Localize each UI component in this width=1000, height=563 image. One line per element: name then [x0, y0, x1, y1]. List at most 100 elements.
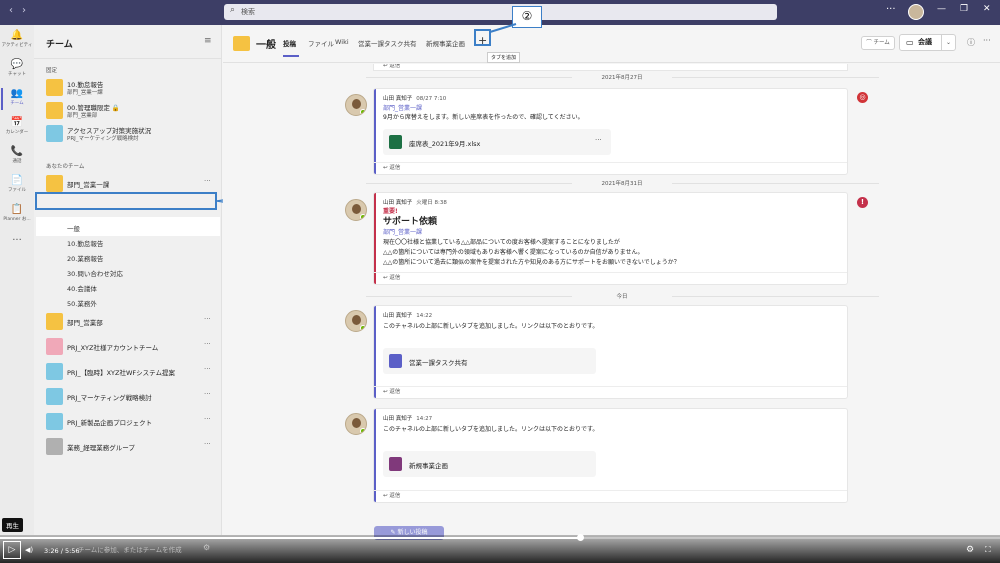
- pinned-channel[interactable]: 00.管理職限定 🔒 部門_営業部: [46, 100, 222, 122]
- close-icon[interactable]: ✕: [983, 4, 991, 14]
- filter-icon[interactable]: ≡: [204, 36, 212, 46]
- rail-chat[interactable]: 💬 チャット: [0, 59, 34, 77]
- team-more-icon[interactable]: ···: [204, 315, 211, 323]
- message-body: このチャネルの上部に新しいタブを追加しました。リンクは以下のとおりです。: [383, 323, 599, 330]
- team-icon: [46, 363, 63, 380]
- team-more-icon[interactable]: ···: [204, 390, 211, 398]
- reply-link[interactable]: ↩ 返信: [374, 490, 847, 502]
- pinned-channel[interactable]: アクセスアップ対策実施状況 PRJ_マーケティング戦略検討: [46, 123, 222, 145]
- channel-item[interactable]: 20.業務報告: [67, 253, 103, 263]
- rail-more-apps[interactable]: ···: [0, 235, 34, 247]
- back-icon[interactable]: ‹: [9, 5, 13, 16]
- tab-posts[interactable]: 投稿: [283, 38, 296, 48]
- attachment-more-icon[interactable]: ···: [595, 136, 602, 144]
- rail-files[interactable]: 📄 ファイル: [0, 175, 34, 193]
- reply-link[interactable]: ↩ 返信: [374, 162, 847, 174]
- message-body-line: 現在〇〇社様と協業している△△部品についての度お客様へ提案することになりましたが: [383, 239, 620, 246]
- app-rail: 🔔 アクティビティ 💬 チャット 👥 チーム 📅 カレンダー 📞 通話 📄 ファイル 📋 Pl…: [0, 25, 34, 535]
- video-progress-handle[interactable]: [577, 534, 584, 541]
- author-avatar[interactable]: [345, 94, 367, 116]
- divider: [34, 58, 222, 59]
- team-more-icon[interactable]: ···: [204, 177, 211, 185]
- rail-planner[interactable]: 📋 Planner お...: [0, 204, 34, 222]
- search-input[interactable]: ⌕ 検索: [224, 4, 777, 20]
- author-avatar[interactable]: [345, 413, 367, 435]
- team-item[interactable]: 部門_営業部 ···: [46, 311, 222, 333]
- file-icon: 📄: [10, 175, 24, 186]
- channel-name: 一般: [256, 40, 276, 51]
- date-separator: 今日: [366, 291, 879, 301]
- presence-icon: [360, 109, 366, 115]
- tab-new-business[interactable]: 新規事業企画: [426, 38, 465, 48]
- team-icon: [46, 102, 63, 119]
- teams-icon: 👥: [10, 88, 24, 99]
- reply-link[interactable]: ↩ 返信: [373, 64, 848, 71]
- team-item[interactable]: 業務_経理業務グループ ···: [46, 436, 222, 458]
- team-item[interactable]: PRJ_マーケティング戦略検討 ···: [46, 386, 222, 408]
- team-icon: [46, 313, 63, 330]
- reaction-icon[interactable]: ◎: [857, 92, 868, 103]
- channel-item[interactable]: 50.業務外: [67, 298, 97, 308]
- tab-files[interactable]: ファイル: [308, 38, 334, 48]
- volume-icon[interactable]: ◀): [25, 546, 33, 554]
- user-avatar[interactable]: [908, 4, 924, 20]
- team-item[interactable]: PRJ_XYZ社様アカウントチーム ···: [46, 336, 222, 358]
- tab-task-share[interactable]: 営業一課タスク共有: [358, 38, 417, 48]
- team-item[interactable]: PRJ_新製品企画プロジェクト ···: [46, 411, 222, 433]
- rail-teams[interactable]: 👥 チーム: [0, 88, 34, 110]
- team-more-icon[interactable]: ···: [204, 415, 211, 423]
- attachment[interactable]: 座席表_2021年9月.xlsx ···: [383, 129, 611, 155]
- message-card-urgent: 山田 真知子 火曜日 8:38 重要! サポート依頼 部門_営業一課 現在〇〇社様…: [373, 192, 848, 285]
- reply-link[interactable]: ↩ 返信: [374, 386, 847, 398]
- rail-calendar[interactable]: 📅 カレンダー: [0, 117, 34, 135]
- channel-item[interactable]: 一般: [67, 223, 80, 233]
- author-avatar[interactable]: [345, 310, 367, 332]
- channel-item[interactable]: 10.勤怠報告: [67, 238, 103, 248]
- header-more-icon[interactable]: ···: [983, 36, 991, 45]
- rail-activity[interactable]: 🔔 アクティビティ: [0, 30, 34, 48]
- channel-team-icon: [233, 36, 250, 51]
- video-settings-icon[interactable]: ⚙: [966, 545, 974, 555]
- meet-dropdown-button[interactable]: ⌄: [941, 34, 956, 51]
- team-more-icon[interactable]: ···: [204, 340, 211, 348]
- play-tooltip: 再生: [2, 518, 23, 532]
- more-options-icon[interactable]: ···: [886, 4, 896, 15]
- message-body: 9月から席替えをします。新しい座席表を作ったので、確認してください。: [383, 114, 584, 121]
- message-card: 山田 真知子 14:22 このチャネルの上部に新しいタブを追加しました。リンクは以…: [373, 305, 848, 399]
- channel-item[interactable]: 30.問い合わせ対応: [67, 268, 123, 278]
- team-item[interactable]: PRJ_【臨時】XYZ社WFシステム提案 ···: [46, 361, 222, 383]
- play-button[interactable]: ▷: [3, 541, 21, 559]
- phone-icon: 📞: [10, 146, 24, 157]
- pinned-channel[interactable]: 10.勤怠報告 部門_営業一課: [46, 77, 222, 99]
- message-time: 08/27 7:10: [416, 96, 447, 102]
- team-icon: [46, 125, 63, 142]
- callout-connector: [489, 23, 517, 33]
- presence-icon: [360, 214, 366, 220]
- tab-link-card[interactable]: 営業一課タスク共有: [383, 348, 596, 374]
- team-more-icon[interactable]: ···: [204, 440, 211, 448]
- message-feed: ↩ 返信 2021年8月27日 山田 真知子 08/27 7:10 部門_営業一課…: [223, 64, 1000, 535]
- rail-calls[interactable]: 📞 通話: [0, 146, 34, 164]
- channel-item[interactable]: 40.会議体: [67, 283, 97, 293]
- more-apps-icon: ···: [12, 235, 22, 246]
- channel-info-button[interactable]: ⌒ チーム: [861, 36, 895, 50]
- author-name: 山田 真知子: [383, 416, 413, 422]
- fullscreen-icon[interactable]: ⛶: [985, 545, 991, 555]
- chat-icon: 💬: [10, 59, 24, 70]
- teams-panel-title: チーム: [46, 40, 73, 50]
- maximize-icon[interactable]: ❐: [960, 4, 968, 14]
- author-avatar[interactable]: [345, 199, 367, 221]
- info-icon[interactable]: ⓘ: [967, 37, 975, 48]
- excel-icon: [389, 135, 402, 149]
- tab-wiki[interactable]: Wiki: [335, 38, 349, 46]
- settings-gear-icon[interactable]: ⚙: [203, 543, 210, 552]
- tab-link-card[interactable]: 新規事業企画: [383, 451, 596, 477]
- minimize-icon[interactable]: —: [937, 4, 946, 14]
- team-more-icon[interactable]: ···: [204, 365, 211, 373]
- reply-link[interactable]: ↩ 返信: [374, 272, 847, 284]
- callout-box-channel: [35, 192, 217, 210]
- message-time: 火曜日 8:38: [416, 200, 447, 206]
- join-create-team-link[interactable]: チームに参加、またはチームを作成: [78, 544, 182, 554]
- pinned-label: 固定: [46, 68, 58, 74]
- forward-icon[interactable]: ›: [22, 5, 26, 16]
